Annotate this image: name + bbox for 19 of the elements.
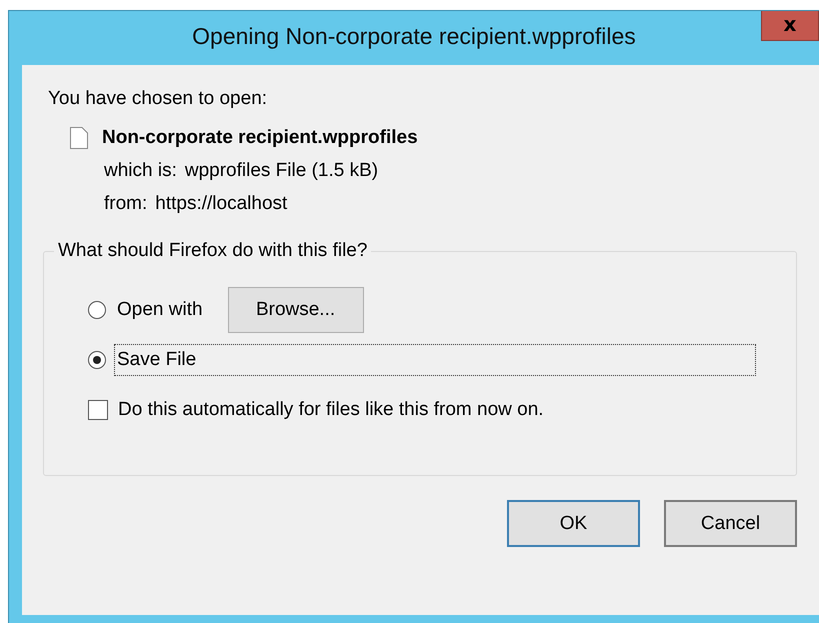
detail-label: which is:	[104, 160, 177, 182]
window-title: Opening Non-corporate recipient.wpprofiles	[192, 23, 636, 50]
close-button[interactable]: x	[761, 11, 819, 41]
checkbox-label: Do this automatically for files like this from now on.	[118, 399, 544, 421]
file-name: Non-corporate recipient.wpprofiles	[102, 127, 418, 149]
browse-button[interactable]: Browse...	[228, 287, 364, 333]
checkbox[interactable]	[88, 400, 108, 420]
group-legend: What should Firefox do with this file?	[54, 240, 372, 262]
radio-button[interactable]	[88, 351, 106, 369]
detail-value: wpprofiles File (1.5 kB)	[184, 160, 378, 182]
radio-button[interactable]	[88, 301, 106, 319]
intro-text: You have chosen to open:	[48, 88, 268, 110]
detail-label: from:	[104, 193, 148, 215]
option-label: Save File	[114, 344, 756, 376]
cancel-button[interactable]: Cancel	[664, 500, 797, 547]
ok-button[interactable]: OK	[507, 500, 640, 547]
detail-value: https://localhost	[155, 193, 288, 215]
option-label: Open with	[116, 298, 204, 322]
document-icon	[70, 127, 88, 149]
